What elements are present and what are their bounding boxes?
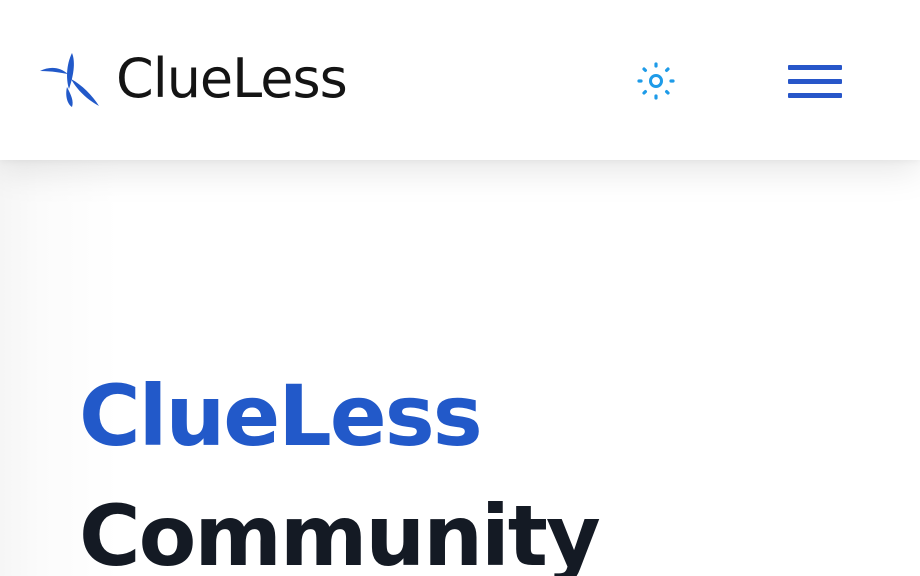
theme-toggle-button[interactable] xyxy=(634,59,678,103)
sun-icon xyxy=(637,62,675,100)
hero-section: ClueLess Community xyxy=(0,160,920,576)
home-link[interactable]: ClueLess xyxy=(38,44,348,114)
hamburger-menu-icon-bar xyxy=(788,92,842,98)
hero-title: ClueLess Community xyxy=(79,356,601,576)
clueless-logo-icon xyxy=(40,53,99,107)
hamburger-menu-button[interactable] xyxy=(784,58,846,104)
hero-title-accent: ClueLess xyxy=(79,367,483,465)
site-header: ClueLess xyxy=(0,0,920,160)
hamburger-menu-icon xyxy=(788,64,842,70)
hero-title-rest: Community xyxy=(79,487,601,576)
page: ClueLess ClueLess Community xyxy=(0,0,920,576)
hamburger-menu-icon-bar xyxy=(788,78,842,84)
brand-name: ClueLess xyxy=(116,47,348,110)
